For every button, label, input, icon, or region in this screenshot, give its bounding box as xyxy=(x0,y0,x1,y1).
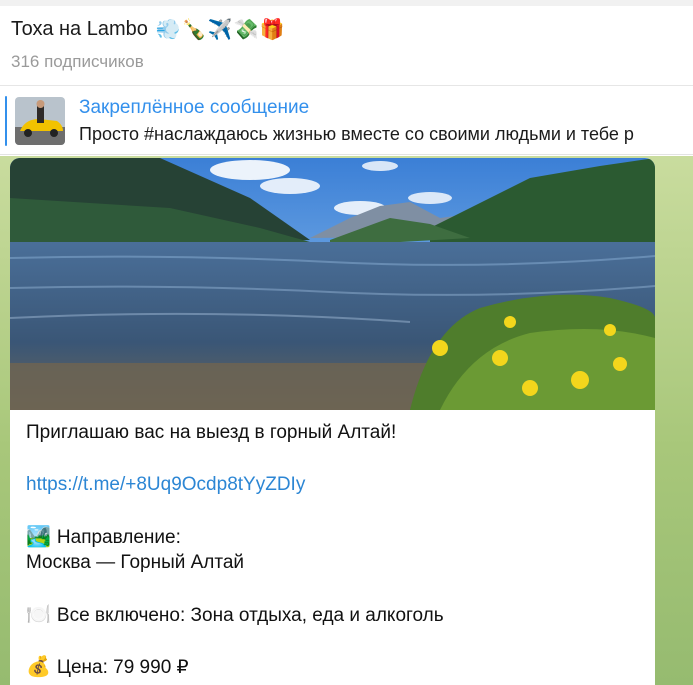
direction-label: Направление: xyxy=(56,527,181,548)
message-photo[interactable] xyxy=(10,158,655,410)
plate-emoji-icon: 🍽️ xyxy=(26,604,51,626)
price-line: 💰 Цена: 79 990 ₽ xyxy=(26,654,646,680)
pinned-label: Закреплённое сообщение xyxy=(79,97,310,118)
pinned-message-bar[interactable]: Закреплённое сообщение Просто #наслаждаю… xyxy=(0,87,693,155)
pinned-thumbnail xyxy=(15,97,65,145)
price-text: Цена: 79 990 ₽ xyxy=(56,657,189,678)
channel-header[interactable]: Тоха на Lambo 💨 🍾 ✈️ 💸 🎁 316 подписчиков xyxy=(0,6,693,86)
champagne-emoji-icon: 🍾 xyxy=(181,18,207,41)
gift-emoji-icon: 🎁 xyxy=(259,18,285,41)
national-park-emoji-icon: 🏞️ xyxy=(26,526,51,548)
included-line: 🍽️ Все включено: Зона отдыха, еда и алког… xyxy=(26,602,646,628)
subscriber-count: 316 подписчиков xyxy=(11,52,144,71)
money-bag-emoji-icon: 💰 xyxy=(26,656,51,678)
message-text: Приглашаю вас на выезд в горный Алтай! h… xyxy=(26,420,646,680)
dash-emoji-icon: 💨 xyxy=(155,18,181,41)
chat-background: Приглашаю вас на выезд в горный Алтай! h… xyxy=(0,156,693,685)
channel-title[interactable]: Тоха на Lambo xyxy=(11,18,148,41)
channel-title-emojis: 💨 🍾 ✈️ 💸 🎁 xyxy=(156,20,285,40)
channel-title-row: Тоха на Lambo 💨 🍾 ✈️ 💸 🎁 xyxy=(11,18,284,41)
airplane-emoji-icon: ✈️ xyxy=(207,18,233,41)
message-intro: Приглашаю вас на выезд в горный Алтай! xyxy=(26,422,397,443)
direction-line: 🏞️ Направление: xyxy=(26,524,646,550)
included-text: Все включено: Зона отдыха, еда и алкогол… xyxy=(56,605,444,626)
pinned-accent-bar xyxy=(5,96,7,146)
invite-link[interactable]: https://t.me/+8Uq9Ocdp8tYyZDIy xyxy=(26,472,646,498)
direction-value: Москва — Горный Алтай xyxy=(26,552,245,573)
message-bubble[interactable]: Приглашаю вас на выезд в горный Алтай! h… xyxy=(10,158,655,685)
pinned-preview-text: Просто #наслаждаюсь жизнью вместе со сво… xyxy=(79,124,634,144)
money-wings-emoji-icon: 💸 xyxy=(233,18,259,41)
